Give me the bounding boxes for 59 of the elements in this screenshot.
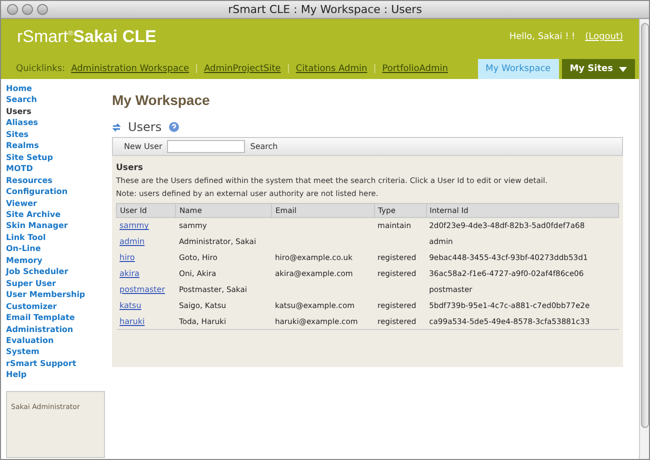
sidebar-item[interactable]: Customizer [6, 300, 105, 312]
refresh-icon[interactable] [112, 122, 121, 132]
window-title: rSmart CLE : My Workspace : Users [228, 3, 422, 16]
site-tab[interactable]: My Workspace [478, 59, 559, 79]
quicklink[interactable]: AdminProjectSite [204, 64, 281, 74]
sidebar-item[interactable]: System [6, 346, 105, 358]
user-id-link[interactable]: sammy [120, 221, 149, 230]
window-control-button[interactable] [7, 4, 18, 15]
caret-icon [619, 66, 627, 72]
help-icon[interactable] [168, 122, 179, 132]
quicklinks-label: Quicklinks: [16, 64, 66, 74]
sidebar-item[interactable]: Home [6, 83, 105, 94]
sidebar-item[interactable]: Help [6, 369, 105, 381]
sidebar-item[interactable]: rSmart Support [6, 358, 105, 370]
sidebar-item[interactable]: Super User [6, 278, 105, 290]
search-link[interactable]: Search [250, 142, 278, 151]
quicklink[interactable]: PortfolioAdmin [382, 64, 448, 74]
sidebar-item[interactable]: Link Tool [6, 232, 105, 244]
separator: | [286, 64, 290, 74]
sidebar-item[interactable]: On-Line [6, 243, 105, 255]
sidebar-item[interactable]: Memory [6, 254, 105, 266]
new-user-link[interactable]: New User [124, 142, 162, 151]
user-id-link[interactable]: katsu [120, 301, 142, 310]
user-id-link[interactable]: admin [120, 237, 145, 246]
search-field[interactable] [167, 140, 246, 153]
window-control-button[interactable] [37, 4, 48, 15]
tool-title: Users [128, 120, 162, 134]
separator: | [195, 64, 198, 74]
sidebar-item[interactable]: Job Scheduler [6, 266, 105, 278]
sidebar-item[interactable]: Users [6, 106, 105, 118]
sidebar-item[interactable]: MOTD [6, 163, 105, 175]
separator: | [373, 64, 376, 74]
quicklink[interactable]: Administration Workspace [71, 64, 190, 74]
sidebar-item[interactable]: User Membership [6, 289, 105, 301]
sidebar-item[interactable]: Search [6, 94, 105, 106]
sidebar-item[interactable]: Site Setup [6, 152, 105, 164]
user-id-link[interactable]: postmaster [120, 285, 165, 294]
sidebar-item[interactable]: Site Archive [6, 208, 105, 220]
section-title: Users [116, 163, 144, 173]
sidebar-item[interactable]: Realms [6, 140, 105, 152]
scrollbar[interactable] [639, 19, 649, 459]
sidebar-item[interactable]: Aliases [6, 117, 105, 129]
page-title: My Workspace [112, 92, 211, 108]
user-id-link[interactable]: hiro [120, 253, 135, 262]
window-control-button[interactable] [22, 4, 33, 15]
sidebar-item[interactable]: Email Template [6, 312, 105, 324]
user-id-link[interactable]: akira [120, 269, 140, 278]
sidebar-item[interactable]: Administration [6, 324, 105, 335]
site-tab[interactable]: My Sites [562, 59, 635, 79]
quicklink[interactable]: Citations Admin [296, 64, 368, 74]
sidebar-item[interactable]: Sites [6, 128, 105, 140]
user-id-link[interactable]: haruki [120, 316, 145, 326]
sidebar-item[interactable]: Configuration [6, 186, 105, 198]
greeting: Hello, Sakai ! ! [509, 32, 576, 42]
sidebar-item[interactable]: Evaluation [6, 334, 105, 346]
sidebar-item[interactable]: Viewer [6, 198, 105, 209]
logo: rSmart$^{®}$Sakai CLE [17, 27, 156, 47]
sidebar-item[interactable]: Resources [6, 174, 105, 186]
sidebar-item[interactable]: Skin Manager [6, 220, 105, 232]
